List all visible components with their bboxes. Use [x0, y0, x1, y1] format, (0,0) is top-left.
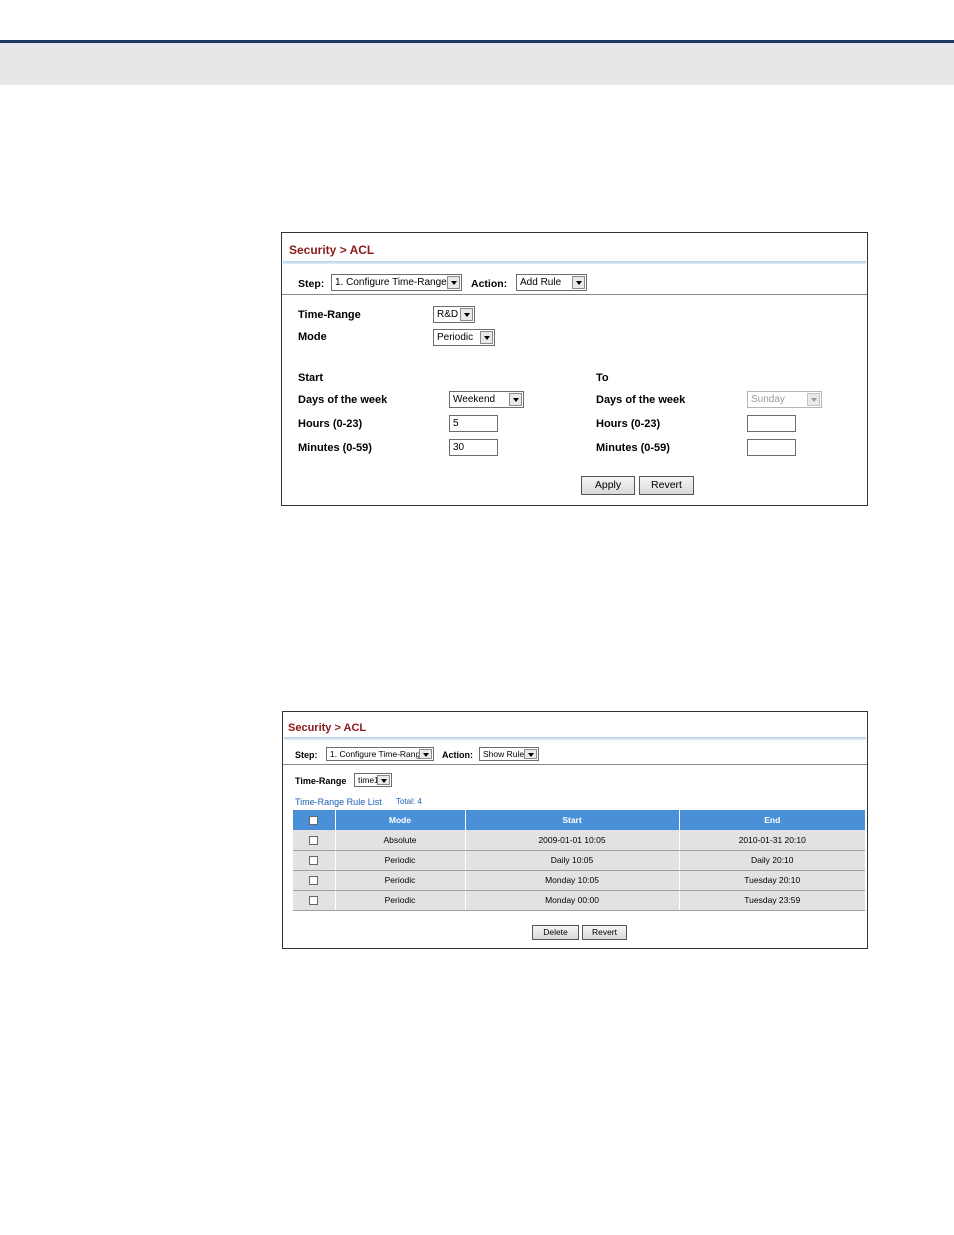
chevron-down-icon: [572, 276, 585, 289]
to-hours-label: Hours (0-23): [596, 418, 661, 430]
step-select[interactable]: 1. Configure Time-Range: [331, 274, 462, 291]
select-all-checkbox[interactable]: [309, 816, 319, 826]
mode-cell: Periodic: [335, 870, 466, 891]
rule-table: Mode Start End Absolute 2009-01-01 10:05…: [293, 810, 865, 911]
chevron-down-icon: [447, 276, 460, 289]
revert-button[interactable]: Revert: [639, 476, 694, 495]
mode-cell: Periodic: [335, 890, 466, 911]
start-cell: Monday 10:05: [465, 870, 680, 891]
time-range-label: Time-Range: [295, 776, 347, 786]
action-select[interactable]: Show Rule: [479, 747, 539, 761]
time-range-label: Time-Range: [298, 309, 361, 321]
row-select-cell: [293, 890, 336, 911]
time-range-select[interactable]: R&D: [433, 306, 475, 323]
add-rule-panel: Security > ACL Step: 1. Configure Time-R…: [281, 232, 868, 506]
chevron-down-icon: [377, 775, 390, 785]
action-label: Action:: [471, 278, 508, 290]
action-select-value: Add Rule: [520, 277, 562, 288]
divider: [282, 294, 867, 295]
to-hours-field[interactable]: [747, 415, 796, 432]
mode-select-value: Periodic: [437, 332, 474, 343]
delete-button[interactable]: Delete: [532, 925, 579, 940]
end-cell: Tuesday 20:10: [679, 870, 865, 891]
end-cell: 2010-01-31 20:10: [679, 830, 865, 851]
row-select-cell: [293, 830, 336, 851]
to-heading: To: [596, 372, 609, 384]
page-title: Security > ACL: [289, 243, 375, 257]
mode-cell: Periodic: [335, 850, 466, 871]
action-label: Action:: [442, 750, 473, 760]
row-select-cell: [293, 850, 336, 871]
start-cell: Daily 10:05: [465, 850, 680, 871]
step-select-value: 1. Configure Time-Range: [335, 277, 447, 288]
table-row: Periodic Monday 00:00 Tuesday 23:59: [293, 890, 865, 911]
end-cell: Daily 20:10: [679, 850, 865, 871]
header-band: [0, 43, 954, 85]
revert-button[interactable]: Revert: [582, 925, 627, 940]
start-cell: 2009-01-01 10:05: [465, 830, 680, 851]
to-days-value: Sunday: [751, 394, 785, 405]
time-range-select[interactable]: time1: [354, 773, 392, 787]
row-checkbox[interactable]: [309, 896, 319, 906]
divider: [283, 764, 867, 765]
action-select-value: Show Rule: [483, 749, 525, 759]
title-underline: [284, 737, 866, 740]
action-select[interactable]: Add Rule: [516, 274, 587, 291]
row-select-cell: [293, 870, 336, 891]
start-cell: Monday 00:00: [465, 890, 680, 911]
column-header-end: End: [679, 810, 865, 830]
row-checkbox[interactable]: [309, 856, 319, 866]
row-checkbox[interactable]: [309, 835, 319, 845]
start-heading: Start: [298, 372, 324, 384]
title-underline: [283, 261, 866, 264]
chevron-down-icon: [419, 749, 432, 759]
page-title: Security > ACL: [288, 722, 367, 734]
chevron-down-icon: [807, 393, 820, 406]
start-days-select[interactable]: Weekend: [449, 391, 524, 408]
time-range-select-value: R&D: [437, 309, 459, 320]
start-hours-field[interactable]: 5: [449, 415, 498, 432]
row-checkbox[interactable]: [309, 876, 319, 886]
select-all-cell: [293, 810, 336, 830]
start-days-label: Days of the week: [298, 394, 388, 406]
to-minutes-field[interactable]: [747, 439, 796, 456]
rule-list-title: Time-Range Rule List: [295, 797, 382, 807]
step-label: Step:: [298, 278, 325, 290]
rule-count: Total: 4: [396, 797, 422, 806]
column-header-start: Start: [465, 810, 680, 830]
step-select[interactable]: 1. Configure Time-Range: [326, 747, 434, 761]
step-select-value: 1. Configure Time-Range: [330, 749, 425, 759]
start-minutes-label: Minutes (0-59): [298, 442, 372, 454]
step-label: Step:: [295, 750, 318, 760]
time-range-select-value: time1: [358, 775, 379, 785]
mode-label: Mode: [298, 331, 327, 343]
chevron-down-icon: [509, 393, 522, 406]
end-cell: Tuesday 23:59: [679, 890, 865, 911]
mode-cell: Absolute: [335, 830, 466, 851]
chevron-down-icon: [460, 308, 473, 321]
start-hours-label: Hours (0-23): [298, 418, 363, 430]
apply-button[interactable]: Apply: [581, 476, 635, 495]
to-days-label: Days of the week: [596, 394, 686, 406]
show-rule-panel: Security > ACL Step: 1. Configure Time-R…: [282, 711, 868, 949]
start-days-value: Weekend: [453, 394, 496, 405]
table-row: Periodic Monday 10:05 Tuesday 20:10: [293, 870, 865, 891]
chevron-down-icon: [480, 331, 493, 344]
mode-select[interactable]: Periodic: [433, 329, 495, 346]
column-header-mode: Mode: [335, 810, 466, 830]
to-minutes-label: Minutes (0-59): [596, 442, 670, 454]
chevron-down-icon: [524, 749, 537, 759]
table-row: Periodic Daily 10:05 Daily 20:10: [293, 850, 865, 871]
start-minutes-field[interactable]: 30: [449, 439, 498, 456]
table-header-row: Mode Start End: [293, 810, 865, 830]
table-row: Absolute 2009-01-01 10:05 2010-01-31 20:…: [293, 830, 865, 851]
to-days-select[interactable]: Sunday: [747, 391, 822, 408]
